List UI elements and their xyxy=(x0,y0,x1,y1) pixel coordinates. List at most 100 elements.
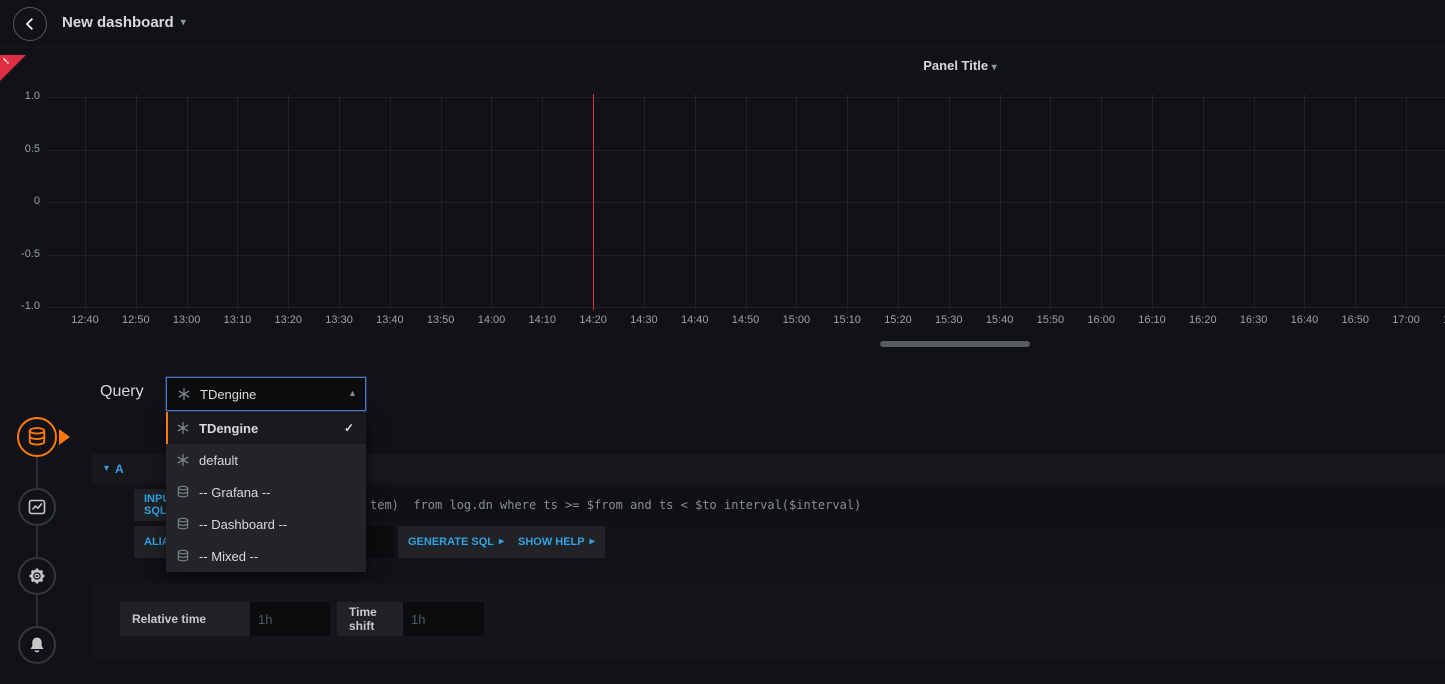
x-axis-tick-label: 16:00 xyxy=(1076,314,1126,326)
collapse-caret-icon: ▾ xyxy=(104,464,109,474)
gear-icon xyxy=(27,566,47,586)
x-axis-tick-label: 14:30 xyxy=(619,314,669,326)
grid-vline xyxy=(847,94,848,310)
caret-right-icon: ▸ xyxy=(590,537,595,547)
grid-vline xyxy=(1355,94,1356,310)
grid-vline xyxy=(1000,94,1001,310)
grid-vline xyxy=(542,94,543,310)
annotation-vline xyxy=(593,94,594,310)
check-icon: ✓ xyxy=(344,421,354,435)
datasource-option-dashboard[interactable]: -- Dashboard -- xyxy=(166,508,366,540)
generate-sql-button[interactable]: GENERATE SQL ▸ xyxy=(398,526,514,558)
input-sql-text[interactable]: tem) from log.dn where ts >= $from and t… xyxy=(370,489,861,521)
x-axis-tick-label: 15:30 xyxy=(924,314,974,326)
datasource-dropdown-menu: TDengine ✓ default -- Grafana -- -- Dash… xyxy=(166,412,366,572)
query-options-strip: Relative time Time shift xyxy=(92,583,1445,659)
grid-vline xyxy=(1101,94,1102,310)
datasource-option-tdengine[interactable]: TDengine ✓ xyxy=(166,412,366,444)
grid-vline xyxy=(339,94,340,310)
x-axis-tick-label: 16:50 xyxy=(1330,314,1380,326)
active-tab-arrow-icon xyxy=(59,429,70,445)
back-arrow-icon xyxy=(22,16,38,32)
horizontal-scrollbar-thumb[interactable] xyxy=(880,341,1030,347)
grafana-panel-edit: New dashboard ▾ Panel Title ▾ ! 1.00.50-… xyxy=(0,0,1445,684)
x-axis-tick-label: 13:10 xyxy=(212,314,262,326)
datasource-selected-value: TDengine xyxy=(200,387,341,402)
grid-vline xyxy=(288,94,289,310)
grid-vline xyxy=(187,94,188,310)
datasource-option-default[interactable]: default xyxy=(166,444,366,476)
caret-up-icon: ▴ xyxy=(350,389,355,399)
tdengine-icon xyxy=(177,387,191,401)
x-axis-tick-label: 14:20 xyxy=(568,314,618,326)
x-axis-tick-label: 13:40 xyxy=(365,314,415,326)
database-icon xyxy=(176,517,190,531)
grid-vline xyxy=(1203,94,1204,310)
tab-alert[interactable] xyxy=(18,626,56,664)
y-axis-tick-label: -0.5 xyxy=(0,248,40,260)
x-axis-tick-label: 13:50 xyxy=(416,314,466,326)
dashboard-title[interactable]: New dashboard ▾ xyxy=(62,14,186,31)
grid-vline xyxy=(644,94,645,310)
grid-vline xyxy=(441,94,442,310)
datasource-select[interactable]: TDengine ▴ xyxy=(166,377,366,411)
grid-vline xyxy=(1050,94,1051,310)
grid-vline xyxy=(491,94,492,310)
x-axis-tick-label: 16:40 xyxy=(1279,314,1329,326)
query-section-label: Query xyxy=(100,383,144,401)
x-axis-tick-label: 16:20 xyxy=(1178,314,1228,326)
relative-time-input[interactable] xyxy=(250,602,330,636)
database-icon xyxy=(176,485,190,499)
x-axis-tick-label: 17:10 xyxy=(1432,314,1445,326)
tdengine-icon xyxy=(176,421,190,435)
tab-rail-connector xyxy=(36,437,38,645)
grid-vline xyxy=(136,94,137,310)
back-button[interactable] xyxy=(13,7,47,41)
grid-vline xyxy=(695,94,696,310)
time-series-chart: 1.00.50-0.5-1.012:4012:5013:0013:1013:20… xyxy=(0,55,1445,345)
x-axis-tick-label: 14:50 xyxy=(721,314,771,326)
x-axis-tick-label: 15:00 xyxy=(771,314,821,326)
datasource-option-grafana[interactable]: -- Grafana -- xyxy=(166,476,366,508)
grid-vline xyxy=(949,94,950,310)
x-axis-tick-label: 12:40 xyxy=(60,314,110,326)
x-axis-tick-label: 16:30 xyxy=(1229,314,1279,326)
y-axis-tick-label: 0 xyxy=(0,195,40,207)
top-bar: New dashboard ▾ xyxy=(0,0,1445,48)
chevron-down-icon: ▾ xyxy=(181,18,186,28)
x-axis-tick-label: 13:20 xyxy=(263,314,313,326)
caret-right-icon: ▸ xyxy=(499,537,504,547)
relative-time-label: Relative time xyxy=(120,602,250,636)
grid-vline xyxy=(390,94,391,310)
grid-vline xyxy=(796,94,797,310)
y-axis-tick-label: 0.5 xyxy=(0,143,40,155)
show-help-button[interactable]: SHOW HELP ▸ xyxy=(508,526,605,558)
x-axis-tick-label: 13:00 xyxy=(162,314,212,326)
grid-vline xyxy=(85,94,86,310)
database-icon xyxy=(176,549,190,563)
grid-vline xyxy=(1406,94,1407,310)
tab-visualization[interactable] xyxy=(18,488,56,526)
datasource-option-mixed[interactable]: -- Mixed -- xyxy=(166,540,366,572)
time-shift-label: Time shift xyxy=(337,602,403,636)
x-axis-tick-label: 15:40 xyxy=(975,314,1025,326)
dashboard-title-text: New dashboard xyxy=(62,14,174,31)
x-axis-tick-label: 12:50 xyxy=(111,314,161,326)
time-shift-input[interactable] xyxy=(403,602,484,636)
tdengine-icon xyxy=(176,453,190,467)
database-icon xyxy=(26,426,48,448)
bell-icon xyxy=(27,635,47,655)
y-axis-tick-label: -1.0 xyxy=(0,300,40,312)
grid-vline xyxy=(1254,94,1255,310)
tab-queries[interactable] xyxy=(17,417,57,457)
grid-vline xyxy=(1304,94,1305,310)
x-axis-tick-label: 14:10 xyxy=(517,314,567,326)
chart-icon xyxy=(27,497,47,517)
x-axis-tick-label: 13:30 xyxy=(314,314,364,326)
x-axis-tick-label: 15:20 xyxy=(873,314,923,326)
tab-general[interactable] xyxy=(18,557,56,595)
x-axis-tick-label: 14:40 xyxy=(670,314,720,326)
x-axis-tick-label: 15:10 xyxy=(822,314,872,326)
grid-vline xyxy=(1152,94,1153,310)
query-ref-letter: A xyxy=(115,462,124,476)
